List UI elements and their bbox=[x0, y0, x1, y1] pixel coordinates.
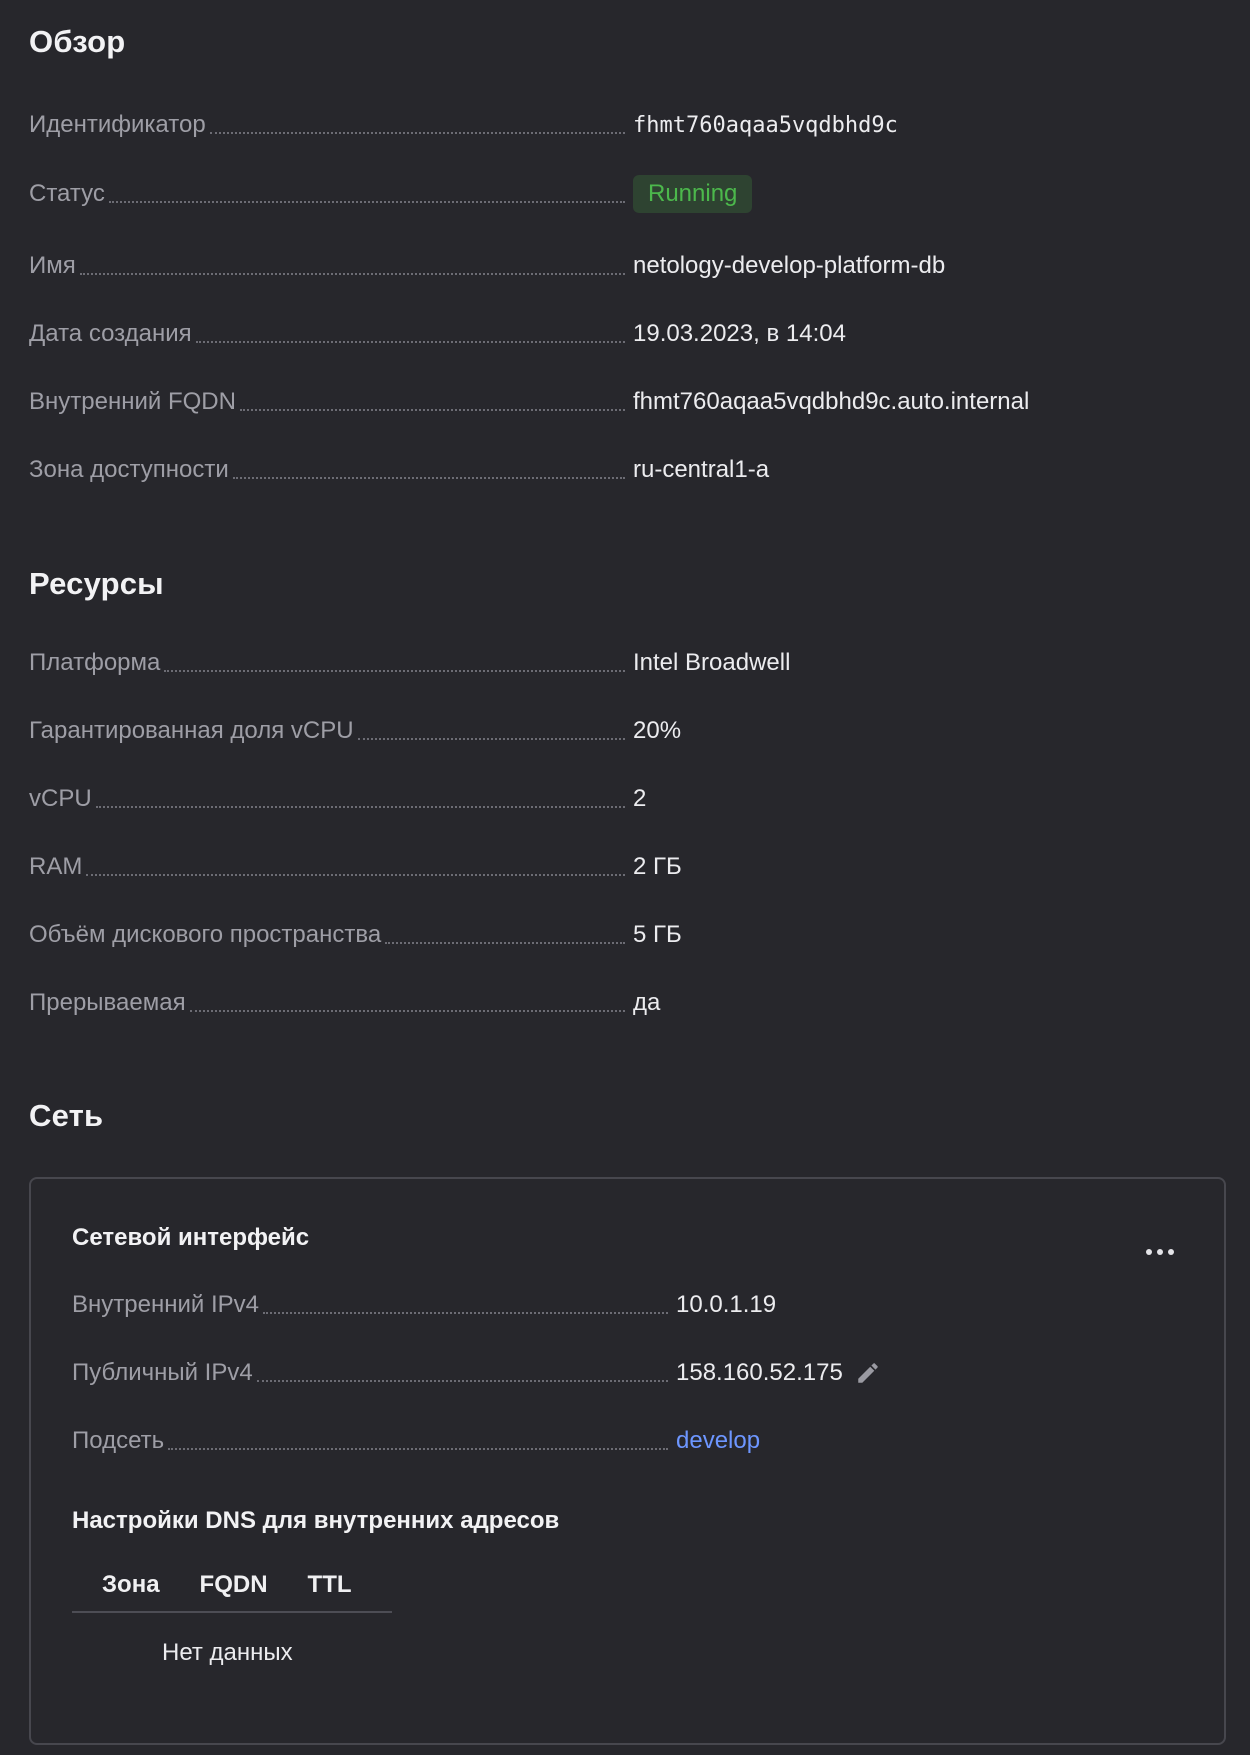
ram-value: 2 ГБ bbox=[633, 853, 682, 880]
field-status: Статус Running bbox=[29, 175, 1179, 213]
leader-dots bbox=[108, 201, 625, 203]
field-disk: Объём дискового пространства 5 ГБ bbox=[29, 917, 1179, 953]
field-public-ipv4: Публичный IPv4 158.160.52.175 bbox=[72, 1355, 1172, 1391]
leader-dots bbox=[256, 1380, 668, 1382]
dns-table-header: Зона FQDN TTL bbox=[72, 1559, 392, 1613]
vcpu-value: 2 bbox=[633, 785, 647, 812]
field-label: Подсеть bbox=[72, 1427, 165, 1454]
leader-dots bbox=[95, 806, 625, 808]
internal-ipv4-value: 10.0.1.19 bbox=[676, 1291, 777, 1318]
leader-dots bbox=[239, 409, 625, 411]
field-preemptible: Прерываемая да bbox=[29, 985, 1179, 1021]
dns-table: Зона FQDN TTL Нет данных bbox=[72, 1559, 392, 1667]
instance-id-value: fhmt760aqaa5vqdbhd9c bbox=[633, 112, 898, 138]
field-internal-ipv4: Внутренний IPv4 10.0.1.19 bbox=[72, 1287, 1172, 1323]
field-label: Дата создания bbox=[29, 320, 192, 347]
field-label: Внутренний IPv4 bbox=[72, 1291, 259, 1318]
field-ram: RAM 2 ГБ bbox=[29, 849, 1179, 885]
field-internal-fqdn: Внутренний FQDN fhmt760aqaa5vqdbhd9c.aut… bbox=[29, 384, 1179, 420]
leader-dots bbox=[195, 341, 625, 343]
network-interface-card: Сетевой интерфейс Внутренний IPv4 10.0.1… bbox=[29, 1177, 1226, 1745]
field-created: Дата создания 19.03.2023, в 14:04 bbox=[29, 316, 1179, 352]
field-label: Платформа bbox=[29, 649, 161, 676]
field-label: Объём дискового пространства bbox=[29, 921, 382, 948]
dns-settings-title: Настройки DNS для внутренних адресов bbox=[72, 1507, 560, 1534]
field-label: vCPU bbox=[29, 785, 92, 812]
field-zone: Зона доступности ru-central1-a bbox=[29, 452, 1179, 488]
leader-dots bbox=[385, 942, 625, 944]
leader-dots bbox=[357, 738, 625, 740]
field-label: Прерываемая bbox=[29, 989, 186, 1016]
field-label: Имя bbox=[29, 252, 76, 279]
field-label: RAM bbox=[29, 853, 83, 880]
field-label: Идентификатор bbox=[29, 111, 206, 138]
leader-dots bbox=[168, 1448, 668, 1450]
overview-title: Обзор bbox=[29, 24, 126, 59]
column-header-zone[interactable]: Зона bbox=[102, 1571, 160, 1599]
column-header-ttl[interactable]: TTL bbox=[308, 1571, 352, 1599]
vcpu-fraction-value: 20% bbox=[633, 717, 682, 744]
leader-dots bbox=[262, 1312, 668, 1314]
field-label: Гарантированная доля vCPU bbox=[29, 717, 354, 744]
zone-value: ru-central1-a bbox=[633, 456, 770, 483]
field-name: Имя netology-develop-platform-db bbox=[29, 248, 1179, 284]
status-badge: Running bbox=[633, 175, 753, 213]
instance-name-value: netology-develop-platform-db bbox=[633, 252, 946, 279]
public-ipv4-value: 158.160.52.175 bbox=[676, 1359, 843, 1386]
more-dot-icon bbox=[1146, 1249, 1152, 1255]
pencil-icon[interactable] bbox=[853, 1358, 883, 1388]
resources-title: Ресурсы bbox=[29, 566, 164, 601]
network-interface-title: Сетевой интерфейс bbox=[72, 1224, 310, 1251]
leader-dots bbox=[189, 1010, 625, 1012]
preemptible-value: да bbox=[633, 989, 661, 1016]
created-date-value: 19.03.2023, в 14:04 bbox=[633, 320, 846, 347]
field-label: Статус bbox=[29, 180, 105, 207]
leader-dots bbox=[79, 273, 625, 275]
field-subnet: Подсеть develop bbox=[72, 1423, 1172, 1459]
platform-value: Intel Broadwell bbox=[633, 649, 791, 676]
leader-dots bbox=[86, 874, 625, 876]
network-title: Сеть bbox=[29, 1098, 104, 1133]
field-id: Идентификатор fhmt760aqaa5vqdbhd9c bbox=[29, 107, 1179, 143]
more-dot-icon bbox=[1168, 1249, 1174, 1255]
leader-dots bbox=[164, 670, 625, 672]
field-vcpu: vCPU 2 bbox=[29, 781, 1179, 817]
field-platform: Платформа Intel Broadwell bbox=[29, 645, 1179, 681]
empty-state-text: Нет данных bbox=[162, 1639, 293, 1666]
column-header-fqdn[interactable]: FQDN bbox=[200, 1571, 268, 1599]
subnet-link[interactable]: develop bbox=[676, 1427, 760, 1455]
field-label: Зона доступности bbox=[29, 456, 229, 483]
field-label: Публичный IPv4 bbox=[72, 1359, 253, 1386]
field-label: Внутренний FQDN bbox=[29, 388, 236, 415]
leader-dots bbox=[232, 477, 625, 479]
disk-value: 5 ГБ bbox=[633, 921, 682, 948]
field-vcpu-fraction: Гарантированная доля vCPU 20% bbox=[29, 713, 1179, 749]
leader-dots bbox=[209, 132, 625, 134]
internal-fqdn-value: fhmt760aqaa5vqdbhd9c.auto.internal bbox=[633, 388, 1030, 415]
more-dot-icon bbox=[1157, 1249, 1163, 1255]
more-actions-button[interactable] bbox=[1140, 1237, 1180, 1267]
